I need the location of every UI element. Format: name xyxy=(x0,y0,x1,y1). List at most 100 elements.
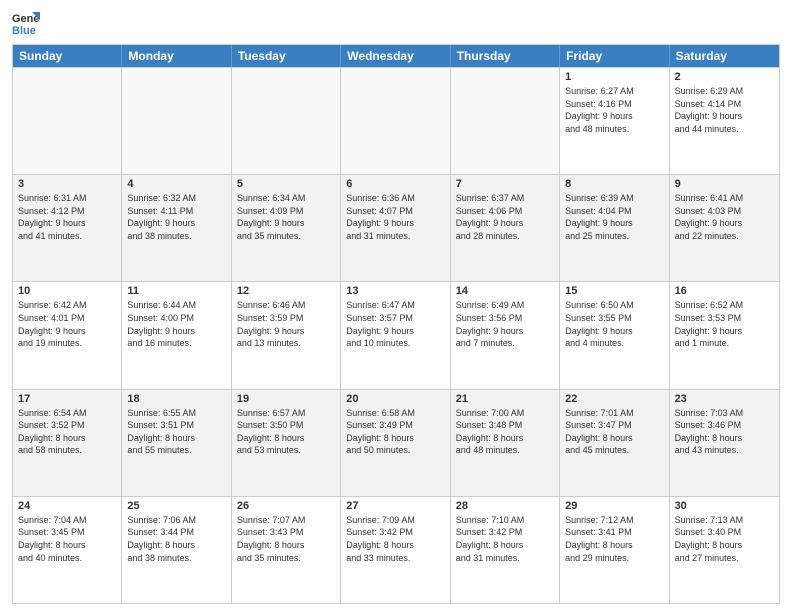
day-number: 11 xyxy=(127,285,225,297)
calendar-header-row: SundayMondayTuesdayWednesdayThursdayFrid… xyxy=(13,45,779,67)
day-info: Sunrise: 6:52 AM Sunset: 3:53 PM Dayligh… xyxy=(675,299,774,349)
day-number: 8 xyxy=(565,178,663,190)
day-info: Sunrise: 6:47 AM Sunset: 3:57 PM Dayligh… xyxy=(346,299,444,349)
day-info: Sunrise: 7:00 AM Sunset: 3:48 PM Dayligh… xyxy=(456,407,554,457)
day-number: 1 xyxy=(565,71,663,83)
calendar-cell: 20Sunrise: 6:58 AM Sunset: 3:49 PM Dayli… xyxy=(341,390,450,496)
calendar-week: 3 Sunrise: 6:31 AM Sunset: 4:12 PM Daylig… xyxy=(13,174,779,281)
logo: General Blue xyxy=(12,10,40,38)
calendar-cell: 28 Sunrise: 7:10 AM Sunset: 3:42 PM Dayli… xyxy=(451,497,560,603)
day-number: 14 xyxy=(456,285,554,297)
day-info: Sunrise: 6:50 AM Sunset: 3:55 PM Dayligh… xyxy=(565,299,663,349)
day-number: 25 xyxy=(127,500,225,512)
day-number: 22 xyxy=(565,393,663,405)
day-info: Sunrise: 7:04 AM Sunset: 3:45 PM Dayligh… xyxy=(18,514,116,564)
day-info: Sunrise: 6:37 AM Sunset: 4:06 PM Dayligh… xyxy=(456,192,554,242)
calendar-header-cell: Tuesday xyxy=(232,45,341,67)
day-number: 28 xyxy=(456,500,554,512)
day-number: 16 xyxy=(675,285,774,297)
calendar-cell: 30 Sunrise: 7:13 AM Sunset: 3:40 PM Dayli… xyxy=(670,497,779,603)
calendar-cell xyxy=(122,68,231,174)
calendar-cell: 3 Sunrise: 6:31 AM Sunset: 4:12 PM Daylig… xyxy=(13,175,122,281)
day-number: 12 xyxy=(237,285,335,297)
calendar-cell: 14Sunrise: 6:49 AM Sunset: 3:56 PM Dayli… xyxy=(451,282,560,388)
day-info: Sunrise: 6:29 AM Sunset: 4:14 PM Dayligh… xyxy=(675,85,774,135)
calendar-cell: 9 Sunrise: 6:41 AM Sunset: 4:03 PM Daylig… xyxy=(670,175,779,281)
calendar-cell: 1Sunrise: 6:27 AM Sunset: 4:16 PM Daylig… xyxy=(560,68,669,174)
day-number: 9 xyxy=(675,178,774,190)
calendar-cell xyxy=(451,68,560,174)
day-number: 3 xyxy=(18,178,116,190)
calendar-cell: 16 Sunrise: 6:52 AM Sunset: 3:53 PM Dayli… xyxy=(670,282,779,388)
day-number: 26 xyxy=(237,500,335,512)
day-info: Sunrise: 6:55 AM Sunset: 3:51 PM Dayligh… xyxy=(127,407,225,457)
day-number: 21 xyxy=(456,393,554,405)
day-number: 6 xyxy=(346,178,444,190)
calendar-header-cell: Sunday xyxy=(13,45,122,67)
calendar-cell: 23Sunrise: 7:03 AM Sunset: 3:46 PM Dayli… xyxy=(670,390,779,496)
calendar-cell: 26 Sunrise: 7:07 AM Sunset: 3:43 PM Dayli… xyxy=(232,497,341,603)
header: General Blue xyxy=(12,10,780,38)
calendar-header-cell: Wednesday xyxy=(341,45,450,67)
day-info: Sunrise: 6:44 AM Sunset: 4:00 PM Dayligh… xyxy=(127,299,225,349)
calendar-header-cell: Monday xyxy=(122,45,231,67)
day-number: 30 xyxy=(675,500,774,512)
day-info: Sunrise: 7:10 AM Sunset: 3:42 PM Dayligh… xyxy=(456,514,554,564)
calendar-cell: 15 Sunrise: 6:50 AM Sunset: 3:55 PM Dayli… xyxy=(560,282,669,388)
day-number: 19 xyxy=(237,393,335,405)
day-info: Sunrise: 6:42 AM Sunset: 4:01 PM Dayligh… xyxy=(18,299,116,349)
calendar-header-cell: Friday xyxy=(560,45,669,67)
calendar-cell: 7 Sunrise: 6:37 AM Sunset: 4:06 PM Daylig… xyxy=(451,175,560,281)
calendar-cell: 5 Sunrise: 6:34 AM Sunset: 4:09 PM Daylig… xyxy=(232,175,341,281)
day-number: 10 xyxy=(18,285,116,297)
day-number: 15 xyxy=(565,285,663,297)
day-info: Sunrise: 7:13 AM Sunset: 3:40 PM Dayligh… xyxy=(675,514,774,564)
day-number: 5 xyxy=(237,178,335,190)
calendar-cell: 11 Sunrise: 6:44 AM Sunset: 4:00 PM Dayli… xyxy=(122,282,231,388)
calendar-cell: 13 Sunrise: 6:47 AM Sunset: 3:57 PM Dayli… xyxy=(341,282,450,388)
day-number: 20 xyxy=(346,393,444,405)
calendar-cell: 25 Sunrise: 7:06 AM Sunset: 3:44 PM Dayli… xyxy=(122,497,231,603)
calendar-cell: 24Sunrise: 7:04 AM Sunset: 3:45 PM Dayli… xyxy=(13,497,122,603)
day-number: 27 xyxy=(346,500,444,512)
calendar-header-cell: Thursday xyxy=(451,45,560,67)
day-info: Sunrise: 7:09 AM Sunset: 3:42 PM Dayligh… xyxy=(346,514,444,564)
calendar-cell xyxy=(341,68,450,174)
day-info: Sunrise: 7:01 AM Sunset: 3:47 PM Dayligh… xyxy=(565,407,663,457)
calendar-week: 1Sunrise: 6:27 AM Sunset: 4:16 PM Daylig… xyxy=(13,67,779,174)
day-number: 7 xyxy=(456,178,554,190)
day-number: 17 xyxy=(18,393,116,405)
calendar: SundayMondayTuesdayWednesdayThursdayFrid… xyxy=(12,44,780,604)
calendar-week: 10 Sunrise: 6:42 AM Sunset: 4:01 PM Dayli… xyxy=(13,281,779,388)
page: General Blue SundayMondayTuesdayWednesda… xyxy=(0,0,792,612)
day-info: Sunrise: 6:57 AM Sunset: 3:50 PM Dayligh… xyxy=(237,407,335,457)
day-info: Sunrise: 6:31 AM Sunset: 4:12 PM Dayligh… xyxy=(18,192,116,242)
calendar-cell xyxy=(232,68,341,174)
day-info: Sunrise: 6:46 AM Sunset: 3:59 PM Dayligh… xyxy=(237,299,335,349)
day-info: Sunrise: 6:41 AM Sunset: 4:03 PM Dayligh… xyxy=(675,192,774,242)
calendar-cell: 27 Sunrise: 7:09 AM Sunset: 3:42 PM Dayli… xyxy=(341,497,450,603)
calendar-cell xyxy=(13,68,122,174)
calendar-week: 24Sunrise: 7:04 AM Sunset: 3:45 PM Dayli… xyxy=(13,496,779,603)
calendar-header-cell: Saturday xyxy=(670,45,779,67)
day-number: 23 xyxy=(675,393,774,405)
day-info: Sunrise: 6:34 AM Sunset: 4:09 PM Dayligh… xyxy=(237,192,335,242)
calendar-cell: 21 Sunrise: 7:00 AM Sunset: 3:48 PM Dayli… xyxy=(451,390,560,496)
day-number: 29 xyxy=(565,500,663,512)
day-info: Sunrise: 7:12 AM Sunset: 3:41 PM Dayligh… xyxy=(565,514,663,564)
day-info: Sunrise: 6:32 AM Sunset: 4:11 PM Dayligh… xyxy=(127,192,225,242)
day-info: Sunrise: 7:06 AM Sunset: 3:44 PM Dayligh… xyxy=(127,514,225,564)
day-number: 18 xyxy=(127,393,225,405)
calendar-cell: 2 Sunrise: 6:29 AM Sunset: 4:14 PM Daylig… xyxy=(670,68,779,174)
calendar-cell: 22 Sunrise: 7:01 AM Sunset: 3:47 PM Dayli… xyxy=(560,390,669,496)
calendar-body: 1Sunrise: 6:27 AM Sunset: 4:16 PM Daylig… xyxy=(13,67,779,603)
calendar-cell: 12 Sunrise: 6:46 AM Sunset: 3:59 PM Dayli… xyxy=(232,282,341,388)
calendar-cell: 6Sunrise: 6:36 AM Sunset: 4:07 PM Daylig… xyxy=(341,175,450,281)
day-info: Sunrise: 6:54 AM Sunset: 3:52 PM Dayligh… xyxy=(18,407,116,457)
calendar-cell: 17 Sunrise: 6:54 AM Sunset: 3:52 PM Dayli… xyxy=(13,390,122,496)
day-info: Sunrise: 7:07 AM Sunset: 3:43 PM Dayligh… xyxy=(237,514,335,564)
svg-text:Blue: Blue xyxy=(12,25,36,37)
day-number: 13 xyxy=(346,285,444,297)
day-number: 4 xyxy=(127,178,225,190)
day-number: 2 xyxy=(675,71,774,83)
